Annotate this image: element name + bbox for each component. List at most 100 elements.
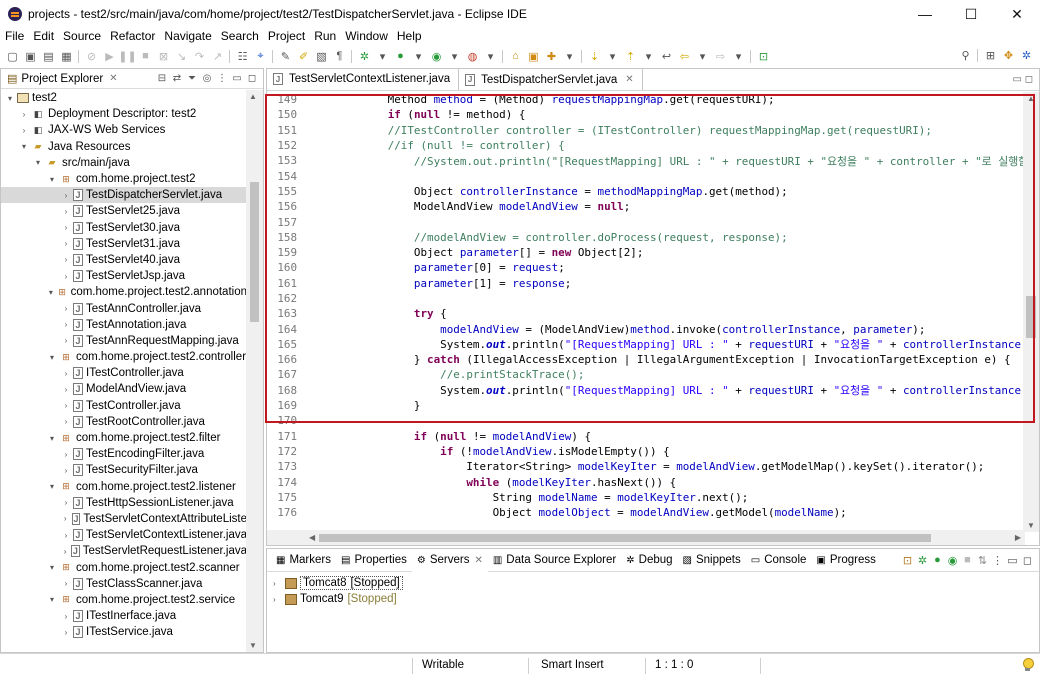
next-annotation-dropdown-icon[interactable]: ▾ <box>604 48 621 65</box>
scrollbar-thumb[interactable] <box>319 534 931 542</box>
menu-window[interactable]: Window <box>340 29 392 43</box>
code-line[interactable]: 150 if (null != method) { <box>267 107 1025 122</box>
tree-item[interactable]: ▾ ▰ Java Resources <box>1 139 247 155</box>
tab-debug[interactable]: ✲ Debug <box>621 549 677 572</box>
run-dropdown-icon[interactable]: ▾ <box>410 48 427 65</box>
new-icon[interactable]: ▢ <box>4 48 21 65</box>
menu-help[interactable]: Help <box>392 29 426 43</box>
collapsed-arrow-icon[interactable]: › <box>61 255 71 264</box>
debug-icon[interactable]: ✲ <box>356 48 373 65</box>
scroll-down-icon[interactable]: ▼ <box>249 641 257 650</box>
menu-run[interactable]: Run <box>309 29 340 43</box>
code-line[interactable]: 156 ModelAndView modelAndView = null; <box>267 199 1025 214</box>
pin-editor-icon[interactable]: ⊡ <box>755 48 772 65</box>
collapsed-arrow-icon[interactable]: › <box>61 417 71 426</box>
collapse-all-icon[interactable]: ⊟ <box>155 73 169 84</box>
next-annotation-icon[interactable]: ⇣ <box>586 48 603 65</box>
show-whitespace-icon[interactable]: ¶ <box>331 48 348 65</box>
tree-item[interactable]: › J ITestService.java <box>1 624 247 640</box>
maximize-button[interactable]: ☐ <box>948 0 994 28</box>
back-dropdown-icon[interactable]: ▾ <box>694 48 711 65</box>
tree-item[interactable]: › J TestServletJsp.java <box>1 268 247 284</box>
tree-item[interactable]: ▾ test2 <box>1 90 247 106</box>
code-line[interactable]: 175 String modelName = modelKeyIter.next… <box>267 490 1025 505</box>
code-line[interactable]: 168 System.out.println("[RequestMapping]… <box>267 383 1025 398</box>
new-package-icon[interactable]: ▣ <box>525 48 542 65</box>
collapsed-arrow-icon[interactable]: › <box>61 514 70 523</box>
explorer-scrollbar[interactable]: ▲ ▼ <box>246 90 263 652</box>
tree-item[interactable]: › J TestServlet30.java <box>1 220 247 236</box>
code-line[interactable]: 149 Method method = (Method) requestMapp… <box>267 92 1025 107</box>
collapsed-arrow-icon[interactable]: › <box>61 612 71 621</box>
code-line[interactable]: 155 Object controllerInstance = methodMa… <box>267 184 1025 199</box>
tree-item[interactable]: ▾ ⊞ com.home.project.test2.filter <box>1 430 247 446</box>
tree-item[interactable]: › J TestServlet31.java <box>1 236 247 252</box>
tree-item[interactable]: › J TestServletRequestListener.java <box>1 543 247 559</box>
new-class-icon[interactable]: ✚ <box>543 48 560 65</box>
collapsed-arrow-icon[interactable]: › <box>61 239 71 248</box>
step-over-icon[interactable]: ↷ <box>191 48 208 65</box>
save-icon[interactable]: ▣ <box>22 48 39 65</box>
scrollbar-thumb[interactable] <box>1026 296 1036 338</box>
highlight-icon[interactable]: ✐ <box>295 48 312 65</box>
debug-perspective-icon[interactable]: ✲ <box>1018 47 1035 64</box>
tree-item[interactable]: ▾ ⊞ com.home.project.test2.scanner <box>1 559 247 575</box>
tree-item[interactable]: › J TestServletContextListener.java <box>1 527 247 543</box>
tree-item[interactable]: ▾ ⊞ com.home.project.test2.annotation <box>1 284 247 300</box>
code-line[interactable]: 164 modelAndView = (ModelAndView)method.… <box>267 321 1025 336</box>
tree-item[interactable]: › J ITestController.java <box>1 365 247 381</box>
stop-server-icon[interactable]: ■ <box>960 554 975 567</box>
menu-search[interactable]: Search <box>216 29 263 43</box>
view-menu-icon[interactable]: ⋮ <box>990 554 1005 567</box>
terminate-icon[interactable]: ■ <box>137 48 154 65</box>
maximize-view-icon[interactable]: ◻ <box>1020 554 1035 567</box>
expanded-arrow-icon[interactable]: ▾ <box>47 288 55 297</box>
tree-item[interactable]: › J TestClassScanner.java <box>1 576 247 592</box>
disconnect-icon[interactable]: ⊠ <box>155 48 172 65</box>
tree-item[interactable]: ▾ ⊞ com.home.project.test2 <box>1 171 247 187</box>
lightbulb-icon[interactable] <box>1022 658 1034 672</box>
step-return-icon[interactable]: ↗ <box>209 48 226 65</box>
tab-testdispatcherservlet[interactable]: J TestDispatcherServlet.java ✕ <box>458 68 643 90</box>
collapsed-arrow-icon[interactable]: › <box>61 579 71 588</box>
tree-item[interactable]: › J TestServlet25.java <box>1 203 247 219</box>
tree-item[interactable]: ▾ ⊞ com.home.project.test2.service <box>1 592 247 608</box>
code-line[interactable]: 162 <box>267 291 1025 306</box>
code-line[interactable]: 153 //System.out.println("[RequestMappin… <box>267 153 1025 168</box>
new-class-dropdown-icon[interactable]: ▾ <box>561 48 578 65</box>
code-line[interactable]: 171 if (null != modelAndView) { <box>267 429 1025 444</box>
collapsed-arrow-icon[interactable]: › <box>61 498 71 507</box>
editor-horizontal-scrollbar[interactable]: ◀ ▶ <box>267 530 1025 545</box>
tree-item[interactable]: › ◧ Deployment Descriptor: test2 <box>1 106 247 122</box>
start-debug-icon[interactable]: ✲ <box>915 554 930 567</box>
forward-dropdown-icon[interactable]: ▾ <box>730 48 747 65</box>
collapsed-arrow-icon[interactable]: › <box>61 304 71 313</box>
menu-file[interactable]: File <box>0 29 28 43</box>
expanded-arrow-icon[interactable]: ▾ <box>33 158 43 167</box>
code-line[interactable]: 163 try { <box>267 306 1025 321</box>
editor-vertical-scrollbar[interactable]: ▲ ▼ <box>1023 92 1039 532</box>
project-tree[interactable]: ▾ test2 › ◧ Deployment Descriptor: test2 › ◧ JA… <box>1 90 247 652</box>
resume-icon[interactable]: ▶ <box>101 48 118 65</box>
previous-annotation-icon[interactable]: ⇡ <box>622 48 639 65</box>
start-server-icon[interactable]: ● <box>930 554 945 567</box>
collapsed-arrow-icon[interactable]: › <box>61 223 71 232</box>
code-line[interactable]: 170 <box>267 413 1025 428</box>
tree-item[interactable]: › J TestRootController.java <box>1 414 247 430</box>
expanded-arrow-icon[interactable]: ▾ <box>47 434 57 443</box>
menu-edit[interactable]: Edit <box>28 29 58 43</box>
external-tools-icon[interactable]: ◍ <box>464 48 481 65</box>
publish-icon[interactable]: ⇅ <box>975 554 990 567</box>
expanded-arrow-icon[interactable]: ▾ <box>19 142 29 151</box>
tree-item[interactable]: › J TestDispatcherServlet.java <box>1 187 247 204</box>
tree-item[interactable]: ▾ ⊞ com.home.project.test2.controller <box>1 349 247 365</box>
step-into-icon[interactable]: ↘ <box>173 48 190 65</box>
tree-item[interactable]: › J TestSecurityFilter.java <box>1 462 247 478</box>
focus-icon[interactable]: ◎ <box>200 73 214 84</box>
tree-item[interactable]: › J TestController.java <box>1 398 247 414</box>
tab-console[interactable]: ▭ Console <box>746 549 812 572</box>
code-line[interactable]: 159 Object parameter[] = new Object[2]; <box>267 245 1025 260</box>
code-line[interactable]: 161 parameter[1] = response; <box>267 276 1025 291</box>
skip-breakpoints-icon[interactable]: ⊘ <box>83 48 100 65</box>
code-line[interactable]: 166 } catch (IllegalAccessException | Il… <box>267 352 1025 367</box>
